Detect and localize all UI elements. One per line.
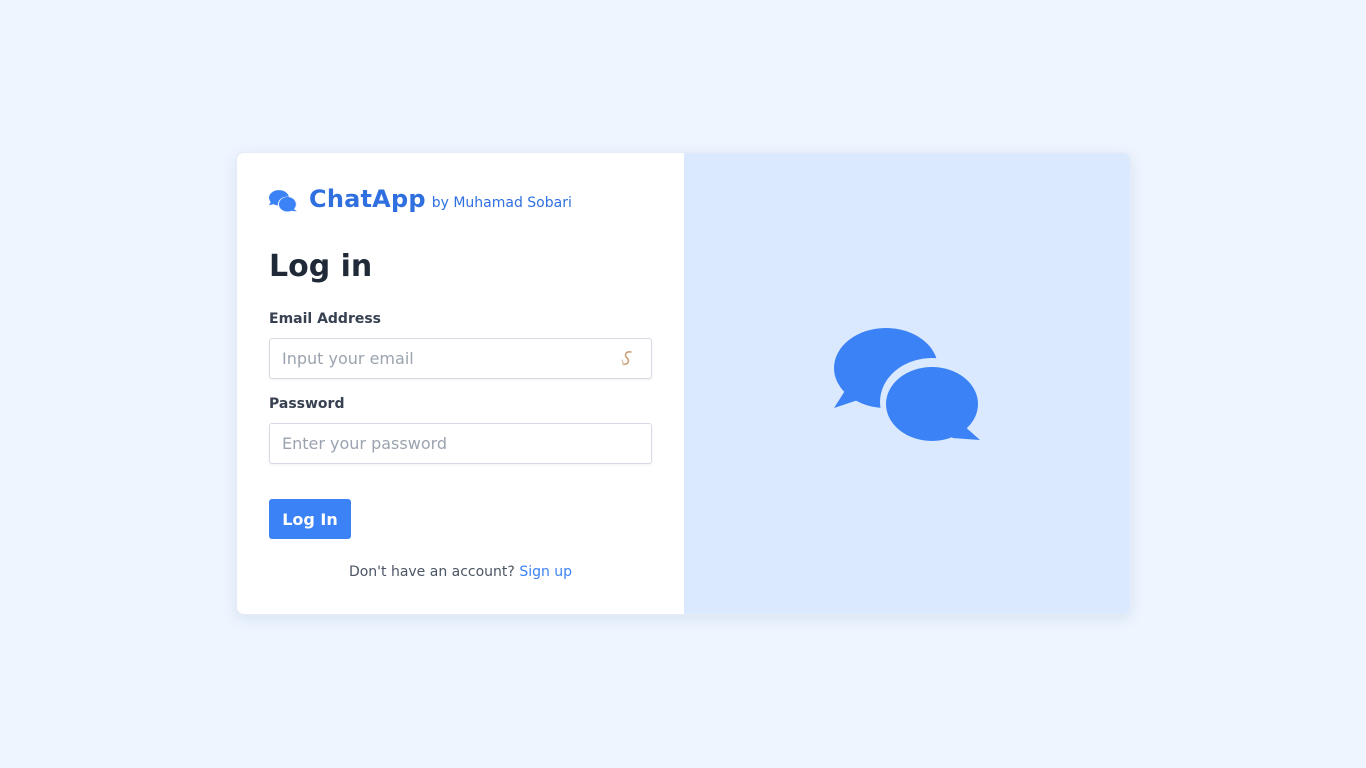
password-field-wrapper [269,423,652,464]
comments-icon [269,190,297,212]
login-button[interactable]: Log In [269,499,351,539]
hero-panel [684,153,1130,614]
comments-icon [834,328,980,442]
password-label: Password [269,396,345,412]
brand-name: ChatApp [309,185,426,213]
signup-row: Don't have an account? Sign up [237,564,684,580]
brand-byline: by Muhamad Sobari [431,195,572,211]
brand: ChatApp by Muhamad Sobari [269,185,572,213]
email-label: Email Address [269,311,382,327]
email-field[interactable] [270,339,617,378]
password-manager-icon[interactable] [617,349,637,369]
signup-link[interactable]: Sign up [519,564,572,580]
page-title: Log in [269,249,373,284]
login-panel: ChatApp by Muhamad Sobari Log in Email A… [237,153,684,614]
password-field[interactable] [270,424,651,463]
signup-prompt: Don't have an account? [348,564,515,580]
login-card: ChatApp by Muhamad Sobari Log in Email A… [236,152,1131,615]
email-field-wrapper [269,338,652,379]
